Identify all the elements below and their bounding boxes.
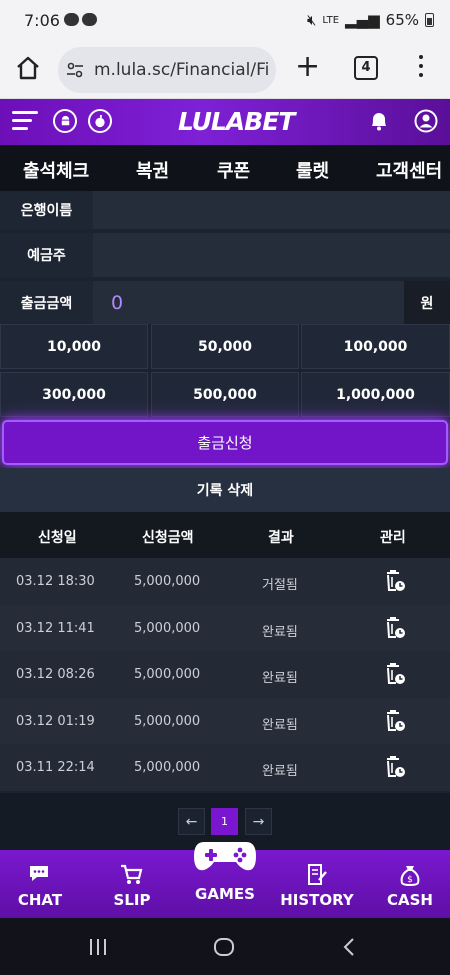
more-icon[interactable]: [418, 55, 424, 79]
svg-text:$: $: [407, 875, 413, 885]
android-nav-bar: [0, 918, 450, 975]
bottom-slip-label: SLIP: [113, 891, 151, 909]
mute-icon: 🔇︎: [306, 11, 317, 29]
nav-item-lottery[interactable]: 복권: [136, 157, 169, 183]
holder-field[interactable]: [93, 233, 450, 277]
trash-clock-icon[interactable]: [384, 569, 406, 593]
page-button-1[interactable]: 1: [211, 808, 238, 835]
next-page-button[interactable]: →: [245, 808, 272, 835]
bottom-history-label: HISTORY: [280, 891, 354, 909]
row-date: 03.12 01:19: [16, 713, 95, 729]
amount-button-500000[interactable]: 500,000: [151, 372, 299, 417]
row-result: 거절됨: [262, 578, 298, 593]
browser-toolbar: m.lula.sc/Financial/Fi + 4: [0, 42, 450, 99]
holder-label: 예금주: [0, 233, 93, 277]
bank-field[interactable]: [93, 191, 450, 229]
amount-button-50000[interactable]: 50,000: [151, 324, 299, 369]
nav-item-coupon[interactable]: 쿠폰: [217, 157, 250, 183]
history-table-header: 신청일 신청금액 결과 관리: [0, 512, 450, 558]
bottom-cash-label: CASH: [387, 891, 433, 909]
row-amount: 5,000,000: [134, 713, 201, 729]
plus-icon[interactable]: +: [295, 52, 320, 82]
amount-button-1000000[interactable]: 1,000,000: [301, 372, 450, 417]
notification-icons: [64, 13, 97, 26]
row-date: 03.11 22:14: [16, 760, 95, 775]
row-date: 03.12 08:26: [16, 667, 95, 682]
bottom-slip[interactable]: SLIP: [92, 864, 172, 909]
history-table-body: 03.12 18:30 5,000,000 거절됨 03.12 11:41 5,…: [0, 558, 450, 791]
apple-icon[interactable]: [88, 109, 112, 133]
trash-clock-icon[interactable]: [384, 755, 406, 779]
cart-icon: [121, 864, 143, 884]
battery-icon: [425, 13, 434, 27]
table-row: 03.12 11:41 5,000,000 완료됨: [0, 604, 450, 651]
bottom-cash[interactable]: $ CASH: [370, 864, 450, 909]
status-right: 🔇︎ LTE ▂▄▆ 65%: [307, 11, 434, 29]
signal-icon: ▂▄▆: [345, 11, 380, 29]
col-manage: 관리: [380, 530, 406, 546]
row-result: 완료됨: [262, 671, 298, 686]
menu-icon[interactable]: [12, 111, 38, 131]
nav-item-roulette[interactable]: 룰렛: [296, 157, 329, 183]
row-amount: 5,000,000: [134, 667, 201, 682]
row-result: 완료됨: [262, 717, 298, 733]
prev-page-button[interactable]: ←: [178, 808, 205, 835]
withdraw-apply-button[interactable]: 출금신청: [2, 420, 448, 465]
trash-clock-icon[interactable]: [384, 616, 406, 640]
bell-icon[interactable]: [368, 110, 390, 132]
table-row: 03.12 08:26 5,000,000 완료됨: [0, 651, 450, 698]
money-bag-icon: $: [400, 866, 420, 886]
home-nav-icon[interactable]: [213, 937, 235, 961]
history-icon: [308, 864, 327, 885]
bottom-chat[interactable]: CHAT: [0, 864, 80, 909]
trash-clock-icon[interactable]: [384, 709, 406, 733]
chat-icon: [30, 866, 48, 881]
android-icon[interactable]: [53, 109, 77, 133]
delete-history-button[interactable]: 기록 삭제: [0, 468, 450, 512]
withdraw-form: 은행이름 예금주 출금금액 0 원: [0, 191, 450, 324]
user-icon[interactable]: [414, 109, 438, 133]
network-label: LTE: [322, 14, 340, 26]
status-bar: 7:06 🔇︎ LTE ▂▄▆ 65%: [0, 0, 450, 42]
row-result: 완료됨: [262, 764, 298, 779]
url-text[interactable]: m.lula.sc/Financial/Fi: [94, 60, 270, 80]
amount-label: 출금금액: [0, 281, 93, 324]
row-amount: 5,000,000: [134, 760, 201, 775]
bottom-chat-label: CHAT: [17, 891, 63, 909]
recent-apps-icon[interactable]: [88, 938, 108, 960]
amount-unit: 원: [404, 281, 450, 324]
tabs-icon[interactable]: 4: [354, 56, 378, 80]
row-result: 완료됨: [262, 624, 298, 640]
nav-item-attendance[interactable]: 출석체크: [23, 157, 89, 183]
col-date: 신청일: [38, 530, 77, 546]
nav-item-support[interactable]: 고객센터: [376, 157, 442, 183]
table-row: 03.12 18:30 5,000,000 거절됨: [0, 558, 450, 605]
bottom-history[interactable]: HISTORY: [277, 864, 357, 909]
row-amount: 5,000,000: [134, 620, 201, 636]
tune-icon[interactable]: [66, 61, 84, 79]
status-time: 7:06: [24, 11, 60, 30]
top-nav: 출석체크 복권 쿠폰 룰렛 고객센터: [0, 145, 450, 191]
row-amount: 5,000,000: [134, 574, 201, 589]
amount-button-300000[interactable]: 300,000: [0, 372, 148, 417]
col-result: 결과: [268, 530, 294, 546]
amount-field[interactable]: 0: [93, 281, 404, 324]
gamepad-icon[interactable]: [192, 838, 258, 874]
bank-label: 은행이름: [0, 191, 93, 229]
col-amount: 신청금액: [142, 530, 194, 546]
site-header: LULABET: [0, 99, 450, 145]
home-icon[interactable]: [15, 55, 41, 81]
amount-button-100000[interactable]: 100,000: [301, 324, 450, 369]
row-date: 03.12 18:30: [16, 574, 95, 589]
trash-clock-icon[interactable]: [384, 662, 406, 686]
url-bar[interactable]: m.lula.sc/Financial/Fi: [58, 47, 276, 93]
table-row: 03.12 01:19 5,000,000 완료됨: [0, 697, 450, 744]
row-date: 03.12 11:41: [16, 620, 95, 636]
battery-label: 65%: [385, 11, 419, 29]
bottom-games-label[interactable]: GAMES: [185, 885, 265, 903]
amount-button-10000[interactable]: 10,000: [0, 324, 148, 369]
table-row: 03.11 22:14 5,000,000 완료됨: [0, 744, 450, 791]
back-icon[interactable]: [342, 937, 356, 961]
site-logo[interactable]: LULABET: [178, 107, 295, 136]
